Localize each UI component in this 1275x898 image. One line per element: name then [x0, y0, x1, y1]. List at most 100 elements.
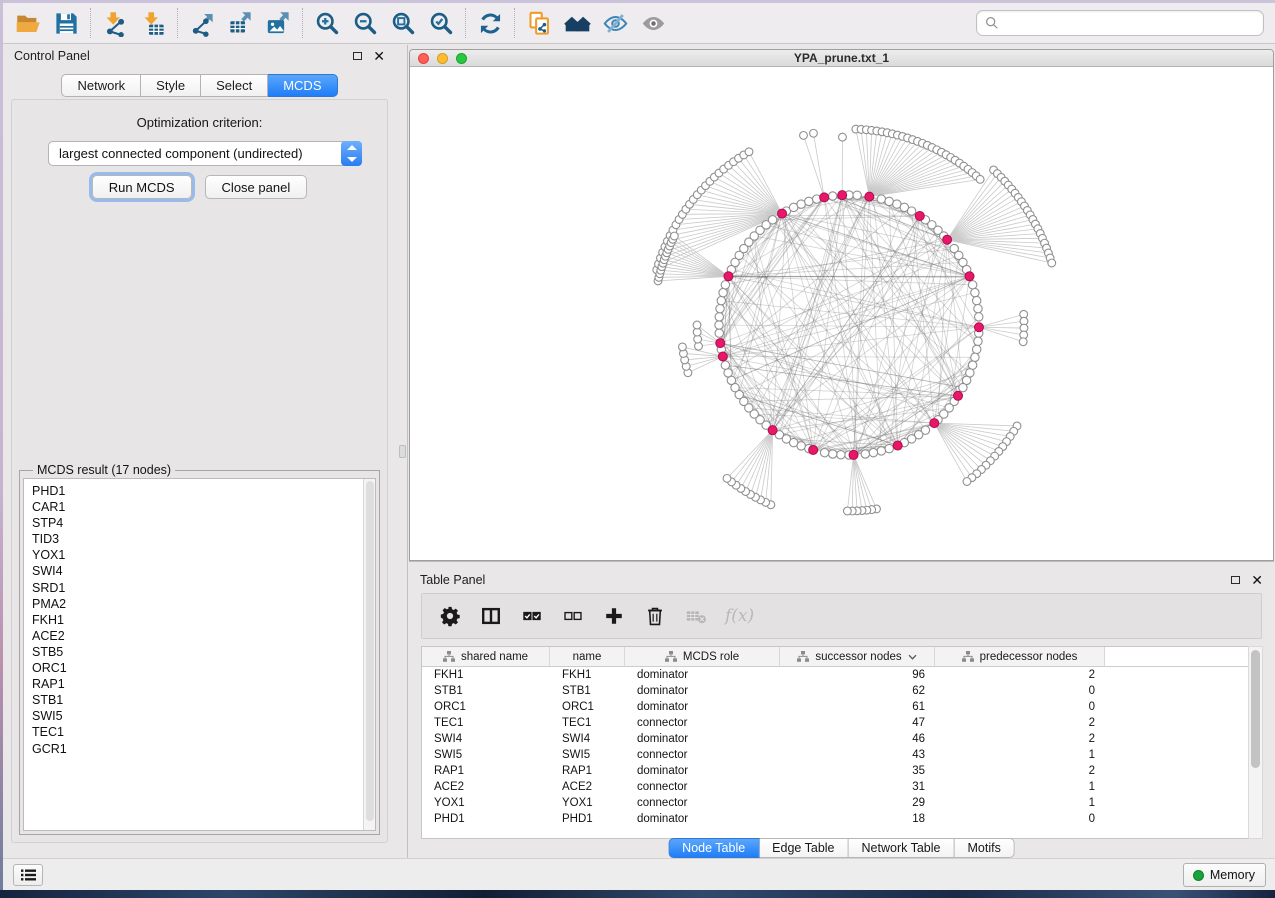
network-node	[972, 296, 980, 304]
list-item[interactable]: TID3	[32, 531, 375, 547]
list-item[interactable]: SWI5	[32, 708, 375, 724]
refresh-view-button[interactable]	[471, 4, 509, 42]
column-type-icon	[962, 651, 974, 662]
import-network-button[interactable]	[96, 4, 134, 42]
cell-shared-name: SWI4	[422, 731, 550, 747]
table-row[interactable]: SWI4SWI4dominator462	[422, 731, 1248, 747]
table-row[interactable]: FKH1FKH1dominator962	[422, 667, 1248, 683]
run-mcds-button[interactable]: Run MCDS	[92, 175, 192, 199]
vertical-splitter[interactable]	[396, 45, 409, 858]
table-row[interactable]: RAP1RAP1dominator352	[422, 763, 1248, 779]
list-item[interactable]: FKH1	[32, 612, 375, 628]
column-header-name[interactable]: name	[550, 647, 625, 666]
minimize-window-icon[interactable]	[437, 53, 448, 64]
table-row[interactable]: ACE2ACE2connector311	[422, 779, 1248, 795]
search-box[interactable]	[976, 10, 1264, 36]
list-item[interactable]: ACE2	[32, 628, 375, 644]
task-history-button[interactable]	[13, 864, 43, 886]
zoom-selected-button[interactable]	[422, 4, 460, 42]
list-item[interactable]: STB5	[32, 644, 375, 660]
list-item[interactable]: STB1	[32, 692, 375, 708]
export-network-button[interactable]	[183, 4, 221, 42]
criterion-select[interactable]: largest connected component (undirected)	[48, 141, 362, 166]
float-panel-icon[interactable]	[353, 52, 362, 60]
tab-network-table[interactable]: Network Table	[849, 838, 955, 858]
zoom-out-button[interactable]	[346, 4, 384, 42]
search-input[interactable]	[999, 16, 1255, 30]
network-canvas[interactable]	[410, 67, 1273, 560]
network-node	[829, 450, 837, 458]
list-item[interactable]: SWI4	[32, 563, 375, 579]
memory-button[interactable]: Memory	[1183, 863, 1266, 887]
save-session-button[interactable]	[47, 4, 85, 42]
maximize-window-icon[interactable]	[456, 53, 467, 64]
close-window-icon[interactable]	[418, 53, 429, 64]
control-panel-tabs: NetworkStyleSelectMCDS	[3, 74, 396, 97]
network-node	[715, 313, 723, 321]
cell-predecessor-nodes: 1	[935, 795, 1105, 811]
close-panel-button[interactable]: Close panel	[205, 175, 308, 199]
column-header-MCDS-role[interactable]: MCDS role	[625, 647, 780, 666]
table-scrollbar-thumb[interactable]	[1251, 650, 1260, 768]
tab-network[interactable]: Network	[61, 74, 141, 97]
table-row[interactable]: STB1STB1dominator620	[422, 683, 1248, 699]
table-scrollbar[interactable]	[1248, 646, 1263, 839]
cell-predecessor-nodes: 2	[935, 763, 1105, 779]
column-header-predecessor-nodes[interactable]: predecessor nodes	[935, 647, 1105, 666]
list-item[interactable]: CAR1	[32, 499, 375, 515]
first-neighbors-button[interactable]	[558, 4, 596, 42]
mcds-dominator-node	[716, 339, 725, 348]
show-all-button[interactable]	[634, 4, 672, 42]
deselect-all-button[interactable]	[561, 604, 585, 628]
network-node	[715, 321, 723, 329]
zoom-in-button[interactable]	[308, 4, 346, 42]
node-table: shared namenameMCDS rolesuccessor nodesp…	[421, 646, 1249, 839]
list-item[interactable]: SRD1	[32, 580, 375, 596]
mcds-list-scrollbar[interactable]	[363, 479, 375, 830]
list-item[interactable]: TEC1	[32, 724, 375, 740]
list-item[interactable]: RAP1	[32, 676, 375, 692]
export-image-button[interactable]	[259, 4, 297, 42]
duplicate-network-button[interactable]	[520, 4, 558, 42]
list-item[interactable]: YOX1	[32, 547, 375, 563]
network-title: YPA_prune.txt_1	[794, 51, 889, 65]
tab-node-table[interactable]: Node Table	[668, 838, 759, 858]
splitter-handle-icon[interactable]	[399, 445, 406, 458]
mcds-dominator-node	[930, 419, 939, 428]
select-all-button[interactable]	[520, 604, 544, 628]
show-columns-button[interactable]	[479, 604, 503, 628]
table-row[interactable]: PHD1PHD1dominator180	[422, 811, 1248, 827]
network-node	[869, 448, 877, 456]
list-item[interactable]: STP4	[32, 515, 375, 531]
tab-motifs[interactable]: Motifs	[954, 838, 1014, 858]
close-panel-icon[interactable]: ✕	[373, 51, 385, 61]
tab-select[interactable]: Select	[201, 74, 268, 97]
cell-MCDS-role: connector	[625, 779, 780, 795]
delete-column-button[interactable]	[643, 604, 667, 628]
column-type-icon	[443, 651, 455, 662]
table-row[interactable]: YOX1YOX1connector291	[422, 795, 1248, 811]
list-item[interactable]: GCR1	[32, 741, 375, 757]
add-column-button[interactable]	[602, 604, 626, 628]
import-table-button[interactable]	[134, 4, 172, 42]
table-row[interactable]: SWI5SWI5connector431	[422, 747, 1248, 763]
tab-edge-table[interactable]: Edge Table	[759, 838, 848, 858]
column-header-shared-name[interactable]: shared name	[422, 647, 550, 666]
tab-style[interactable]: Style	[141, 74, 201, 97]
column-header-successor-nodes[interactable]: successor nodes	[780, 647, 935, 666]
hide-selected-button[interactable]	[596, 4, 634, 42]
list-item[interactable]: PHD1	[32, 483, 375, 499]
close-table-panel-icon[interactable]: ✕	[1251, 575, 1263, 585]
tab-mcds[interactable]: MCDS	[268, 74, 337, 97]
list-item[interactable]: PMA2	[32, 596, 375, 612]
network-node	[768, 216, 776, 224]
export-table-button[interactable]	[221, 4, 259, 42]
table-row[interactable]: TEC1TEC1connector472	[422, 715, 1248, 731]
network-node	[679, 343, 687, 351]
zoom-fit-button[interactable]	[384, 4, 422, 42]
float-table-panel-icon[interactable]	[1231, 576, 1240, 584]
list-item[interactable]: ORC1	[32, 660, 375, 676]
open-file-button[interactable]	[9, 4, 47, 42]
table-settings-button[interactable]	[438, 604, 462, 628]
table-row[interactable]: ORC1ORC1dominator610	[422, 699, 1248, 715]
